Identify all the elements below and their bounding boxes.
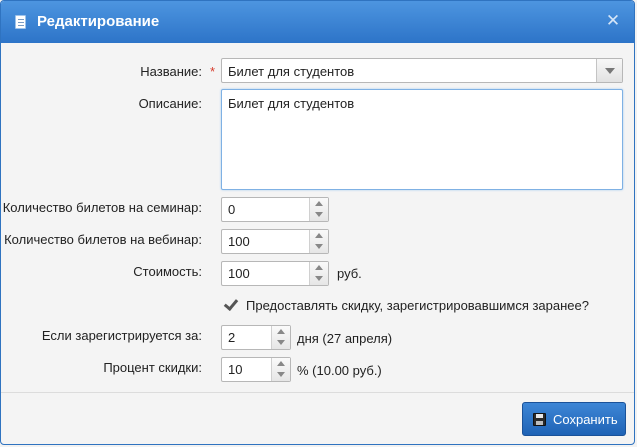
close-icon[interactable]: ✕ xyxy=(604,12,622,30)
early-discount-label[interactable]: Предоставлять скидку, зарегистрировавшим… xyxy=(246,298,589,313)
spin-buttons xyxy=(271,326,290,349)
save-button[interactable]: Сохранить xyxy=(522,402,626,436)
spin-buttons xyxy=(309,262,328,285)
spin-down-icon[interactable] xyxy=(310,210,328,221)
price-currency: руб. xyxy=(337,266,362,281)
chevron-down-icon[interactable] xyxy=(596,59,622,82)
discount-percent-label: Процент скидки: xyxy=(103,360,202,375)
discount-percent-input[interactable] xyxy=(222,358,270,381)
spin-up-icon[interactable] xyxy=(310,230,328,241)
register-before-suffix: дня (27 апреля) xyxy=(297,331,393,346)
save-button-label: Сохранить xyxy=(553,412,618,427)
seminar-tickets-spinner[interactable] xyxy=(221,197,329,222)
spin-down-icon[interactable] xyxy=(272,370,290,381)
spin-down-icon[interactable] xyxy=(310,274,328,285)
name-combobox[interactable]: Билет для студентов xyxy=(221,58,623,83)
spin-buttons xyxy=(271,358,290,381)
spin-down-icon[interactable] xyxy=(310,242,328,253)
edit-dialog: Редактирование ✕ Название: * Билет для с… xyxy=(0,0,635,445)
price-input[interactable] xyxy=(222,262,308,285)
register-before-input[interactable] xyxy=(222,326,270,349)
spin-up-icon[interactable] xyxy=(310,262,328,273)
description-textarea[interactable]: Билет для студентов xyxy=(221,89,623,190)
spin-up-icon[interactable] xyxy=(272,326,290,337)
discount-percent-spinner[interactable] xyxy=(221,357,291,382)
price-spinner[interactable] xyxy=(221,261,329,286)
spin-buttons xyxy=(309,230,328,253)
register-before-label: Если зарегистрируется за: xyxy=(41,328,202,343)
required-marker: * xyxy=(210,64,216,79)
webinar-tickets-spinner[interactable] xyxy=(221,229,329,254)
dialog-titlebar[interactable]: Редактирование ✕ xyxy=(1,1,634,43)
discount-percent-suffix: % (10.00 руб.) xyxy=(297,363,382,378)
document-icon xyxy=(15,15,26,29)
seminar-tickets-input[interactable] xyxy=(222,198,308,221)
name-value[interactable]: Билет для студентов xyxy=(228,64,354,79)
webinar-tickets-label: Количество билетов на вебинар: xyxy=(4,232,202,247)
description-label: Описание: xyxy=(138,96,202,111)
spin-down-icon[interactable] xyxy=(272,338,290,349)
dialog-title: Редактирование xyxy=(37,13,160,30)
spin-buttons xyxy=(309,198,328,221)
seminar-tickets-label: Количество билетов на семинар: xyxy=(2,200,202,215)
save-icon xyxy=(533,413,546,426)
webinar-tickets-input[interactable] xyxy=(222,230,308,253)
register-before-spinner[interactable] xyxy=(221,325,291,350)
spin-up-icon[interactable] xyxy=(310,198,328,209)
early-discount-checkbox[interactable] xyxy=(222,296,239,313)
spin-up-icon[interactable] xyxy=(272,358,290,369)
name-label: Название: xyxy=(140,64,202,79)
footer-divider xyxy=(1,392,634,393)
price-label: Стоимость: xyxy=(133,264,202,279)
